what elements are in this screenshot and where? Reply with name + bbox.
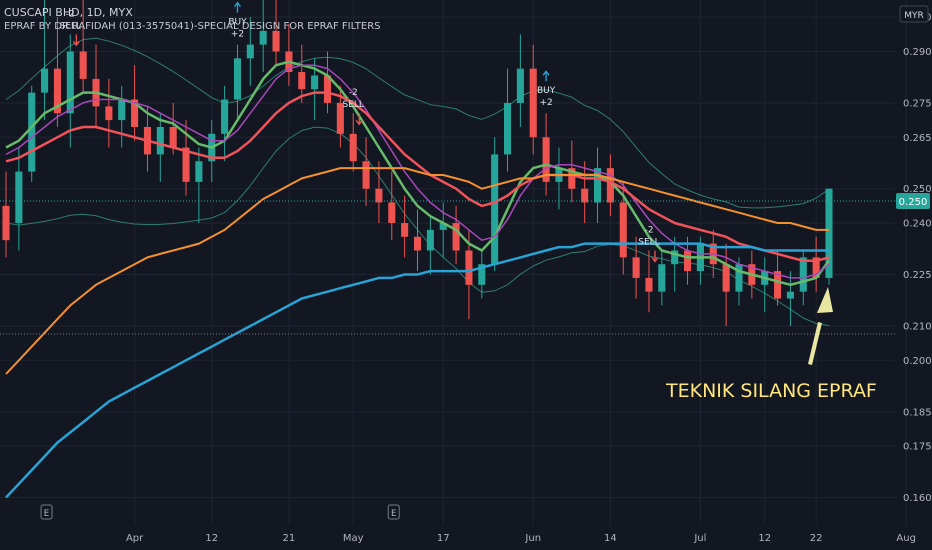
candle-body (684, 250, 692, 272)
price-tick-label: 0.185 (903, 407, 932, 418)
time-tick-label: 17 (437, 533, 450, 544)
candle-body (581, 188, 589, 203)
price-tick-label: 0.275 (903, 98, 932, 109)
candle-body (658, 264, 666, 292)
time-tick-label: 12 (758, 533, 771, 544)
sell-signal-value: -2 (349, 88, 358, 98)
earnings-marker-label: E (44, 509, 49, 519)
buy-signal-label: BUY (537, 86, 556, 96)
current-price-value: 0.250 (899, 197, 928, 208)
candle-body (105, 106, 113, 121)
candle-body (401, 223, 409, 237)
candle-body (491, 154, 499, 265)
annotation-text: TEKNIK SILANG EPRAF (665, 380, 877, 402)
candle-body (169, 126, 177, 148)
candle-body (503, 102, 512, 155)
candle-body (246, 44, 254, 59)
candle-body (413, 236, 422, 251)
time-tick-label: Apr (126, 533, 144, 544)
currency-badge[interactable]: MYR (899, 5, 929, 23)
candle-body (632, 257, 640, 278)
price-tick-label: 0.160 (903, 493, 932, 504)
candle-body (156, 126, 164, 155)
time-tick-label: May (343, 533, 364, 544)
candle (28, 85, 36, 182)
candle-body (15, 171, 23, 224)
candle-body (722, 264, 730, 292)
indicator-title: EPRAF BY DR.RAFIDAH (013-3575041)-SPECIA… (4, 21, 381, 32)
candle-body (593, 168, 602, 203)
symbol-title: CUSCAPI BHD, 1D, MYX (4, 6, 133, 19)
candle-body (233, 58, 242, 100)
price-tick-label: 0.265 (903, 133, 932, 144)
earnings-marker-label: E (391, 509, 396, 519)
sell-signal-label: SELL (638, 237, 659, 247)
candle-body (221, 99, 229, 134)
buy-signal-value: +2 (539, 98, 552, 108)
time-tick-label: Jun (524, 533, 541, 544)
time-tick-label: 12 (205, 533, 218, 544)
current-price-tag: 0.250 (896, 193, 930, 209)
price-chart[interactable]: -2SELLBUY+2-2SELLBUY+2-2SELL 0.3000.2900… (0, 0, 932, 550)
candle-body (311, 75, 319, 90)
price-tick-label: 0.210 (903, 321, 932, 332)
candle-body (799, 257, 807, 292)
chart-legend: CUSCAPI BHD, 1D, MYX EPRAF BY DR.RAFIDAH… (4, 6, 381, 34)
candle-body (2, 205, 10, 241)
candle-body (298, 72, 306, 90)
price-tick-label: 0.225 (903, 270, 932, 281)
candle-body (529, 68, 537, 138)
candle-body (786, 291, 794, 299)
candle-body (118, 99, 126, 121)
candle-body (41, 68, 49, 93)
time-tick-label: 14 (604, 533, 617, 544)
time-tick-label: Jul (693, 533, 706, 544)
candle-body (516, 68, 524, 103)
price-tick-label: 0.175 (903, 442, 932, 453)
candle-body (465, 250, 473, 285)
candle-body (79, 51, 87, 79)
candle-body (735, 264, 743, 292)
price-tick-label: 0.200 (903, 356, 932, 367)
earnings-marker: E (387, 504, 400, 520)
price-tick-label: 0.240 (903, 219, 932, 230)
time-tick-label: 22 (810, 533, 823, 544)
time-tick-label: Aug (896, 533, 916, 544)
price-tick-label: 0.290 (903, 47, 932, 58)
earnings-marker: E (40, 504, 53, 520)
candle-body (375, 188, 383, 203)
candle-body (362, 161, 370, 189)
candle-body (619, 202, 627, 258)
candle-body (426, 229, 434, 251)
candle-body (28, 92, 36, 172)
candle-body (645, 277, 653, 292)
time-tick-label: 21 (283, 533, 296, 544)
candle (825, 188, 833, 285)
currency-label: MYR (904, 11, 924, 21)
candle-body (66, 51, 74, 114)
sell-signal-label: SELL (342, 100, 363, 110)
candle-body (388, 202, 396, 224)
sell-signal-value: -2 (644, 225, 653, 235)
candle-body (195, 161, 203, 182)
candle-body (349, 133, 357, 162)
